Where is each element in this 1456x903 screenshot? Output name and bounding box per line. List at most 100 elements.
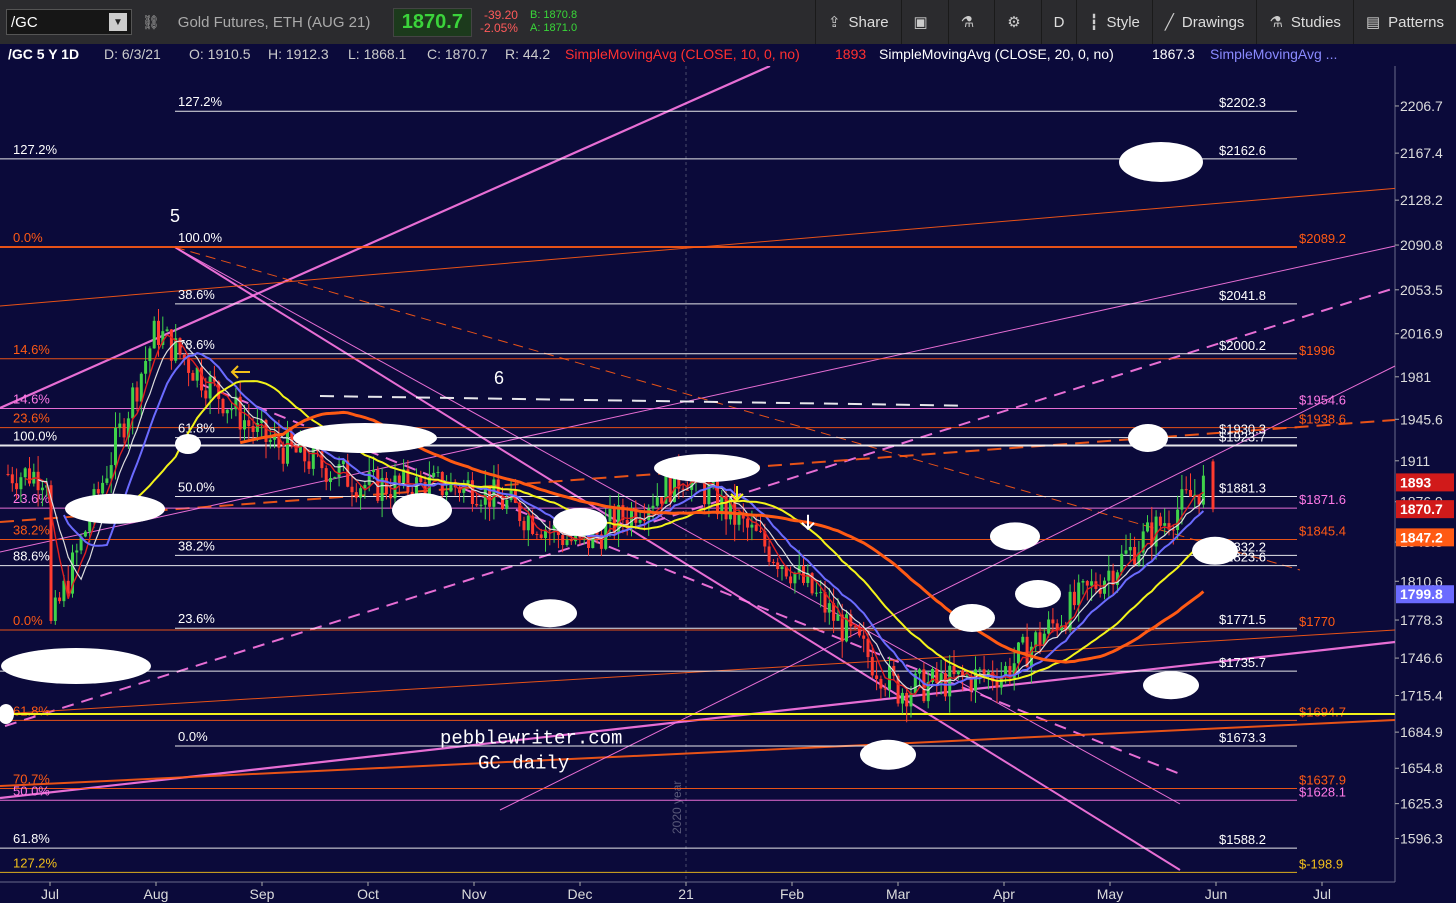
highlight-ellipse (65, 493, 165, 524)
highlight-ellipse (1119, 142, 1203, 182)
candle-body (191, 372, 195, 381)
candle-body (475, 503, 479, 506)
candle-body (28, 468, 31, 484)
candle-body (1077, 582, 1081, 606)
highlight-ellipse (654, 454, 760, 482)
study-sma10-value: 1893 (835, 46, 867, 62)
candle-body (36, 471, 40, 491)
x-axis-label: Jul (1313, 886, 1331, 902)
candle-body (875, 675, 879, 679)
watermark-text: pebblewriter.com (440, 727, 622, 749)
candle-body (642, 519, 646, 521)
candle-body (814, 592, 818, 594)
candle-body (866, 638, 870, 658)
fib-level-left-label: 14.6% (13, 342, 50, 357)
candle-body (1128, 546, 1132, 551)
fib-level-right-label: $1673.3 (1219, 730, 1266, 745)
y-axis-label: 1625.3 (1400, 796, 1443, 812)
x-axis-label: Jun (1205, 886, 1228, 902)
fib-level-left-label: 0.0% (178, 729, 208, 744)
candle-body (230, 409, 234, 411)
highlight-ellipse (293, 423, 437, 453)
y-axis-label: 1715.4 (1400, 688, 1443, 704)
study-sma10-name[interactable]: SimpleMovingAvg (CLOSE, 10, 0, no) (565, 46, 800, 62)
candle-body (819, 592, 823, 594)
last-candle-body (1211, 461, 1215, 510)
wave-5-label: 5 (170, 206, 180, 226)
candle-body (148, 348, 152, 362)
candle-body (1051, 619, 1055, 624)
candle-body (638, 519, 642, 523)
x-axis-label: Aug (144, 886, 169, 902)
fib-level-left-label: 127.2% (13, 855, 58, 870)
fib-level-left-label: 88.6% (13, 549, 50, 564)
candle-body (492, 479, 496, 507)
candle-body (10, 474, 14, 484)
candle-body (888, 665, 891, 690)
highlight-ellipse (392, 493, 452, 527)
study-sma20-name[interactable]: SimpleMovingAvg (CLOSE, 20, 0, no) (879, 46, 1114, 62)
fib-level-left-label: 61.8% (178, 421, 215, 436)
fib-level-left-label: 127.2% (13, 142, 58, 157)
study-sma-name[interactable]: SimpleMovingAvg ... (1210, 46, 1337, 62)
highlight-ellipse (1, 648, 151, 684)
candle-body (1072, 591, 1076, 606)
candle-body (419, 477, 423, 483)
price-badge-label: 1847.2 (1400, 529, 1443, 545)
fib-level-right-label: $1735.7 (1219, 655, 1266, 670)
candle-body (660, 497, 664, 504)
fib-level-left-label: 23.6% (13, 491, 50, 506)
candle-body (432, 472, 436, 477)
highlight-ellipse (1143, 671, 1199, 700)
y-axis-label: 1911 (1400, 453, 1430, 469)
candle-body (101, 482, 105, 494)
highlight-ellipse (1192, 536, 1238, 565)
candle-body (905, 692, 909, 707)
fib-level-right-label: $2041.8 (1219, 288, 1266, 303)
candle-body (526, 515, 530, 531)
candle-body (1038, 632, 1042, 645)
candle-body (922, 669, 926, 702)
candle-body (1081, 581, 1085, 583)
candle-body (952, 665, 956, 675)
fib-level-right-label: $2162.6 (1219, 143, 1266, 158)
candle-body (286, 431, 289, 464)
bar-date: D: 6/3/21 (104, 46, 161, 62)
fib-level-left-label: 61.8% (13, 703, 50, 718)
y-axis-label: 1596.3 (1400, 830, 1443, 846)
candle-body (1158, 516, 1162, 526)
highlight-ellipse (1128, 424, 1168, 452)
candle-body (247, 420, 251, 427)
candle-body (780, 566, 784, 570)
candle-body (445, 491, 449, 496)
y-axis-label: 1981 (1400, 369, 1431, 385)
price-badge-label: 1870.7 (1400, 501, 1443, 517)
fib-level-right-label: $2202.3 (1219, 95, 1266, 110)
fib-level-left-label: 100.0% (13, 429, 58, 444)
candle-body (948, 665, 952, 697)
fib-level-left-label: 23.6% (13, 411, 50, 426)
candle-body (995, 681, 999, 688)
candle-body (776, 562, 780, 570)
candle-body (268, 439, 272, 442)
chart-symbol: /GC 5 Y 1D (8, 46, 80, 62)
candle-body (771, 561, 775, 563)
candle-body (329, 477, 332, 483)
candle-body (668, 474, 672, 503)
fib-level-right-label: $1923.7 (1219, 430, 1266, 445)
price-chart[interactable]: 2020 year127.2% $2202.3127.2% $2162.60.0% $… (0, 0, 1456, 903)
candle-body (40, 487, 44, 491)
fib-level-right-label: $1694.7 (1299, 704, 1346, 719)
fib-level-right-label: $1771.5 (1219, 612, 1266, 627)
candle-body (900, 692, 904, 704)
candle-body (96, 489, 100, 494)
x-axis-label: May (1097, 886, 1123, 902)
candle-body (802, 565, 805, 583)
candle-body (243, 420, 246, 430)
candle-body (978, 669, 982, 671)
candle-body (539, 534, 543, 538)
candle-body (436, 472, 440, 474)
candle-body (974, 669, 977, 691)
candle-body (105, 478, 109, 483)
candle-body (83, 531, 87, 537)
